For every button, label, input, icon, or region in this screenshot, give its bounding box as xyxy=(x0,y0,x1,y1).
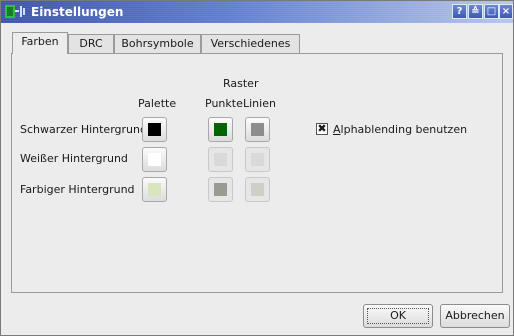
palette-color-swatch xyxy=(148,153,161,166)
points-color-black-button[interactable] xyxy=(208,117,233,142)
help-button[interactable]: ? xyxy=(452,4,467,19)
points-color-colored-button[interactable] xyxy=(208,177,233,202)
row-label-colored-background: Farbiger Hintergrund xyxy=(20,183,135,196)
app-icon xyxy=(5,5,25,18)
palette-heading: Palette xyxy=(138,97,177,110)
maximize-button[interactable]: □ xyxy=(484,4,499,19)
cancel-button-label: Abbrechen xyxy=(445,309,505,322)
lines-color-swatch xyxy=(251,183,264,196)
palette-color-swatch xyxy=(148,123,161,136)
palette-color-swatch xyxy=(148,183,161,196)
title-bar[interactable]: Einstellungen ? ≙ □ × xyxy=(1,1,513,23)
lines-color-swatch xyxy=(251,153,264,166)
settings-window: Einstellungen ? ≙ □ × Farben DRC Bohrsym… xyxy=(0,0,514,336)
row-label-white-background: Weißer Hintergrund xyxy=(20,152,128,165)
colors-panel: Raster Palette Punkte Linien Schwarzer H… xyxy=(11,53,503,293)
cancel-button[interactable]: Abbrechen xyxy=(440,304,510,328)
points-color-swatch xyxy=(214,123,227,136)
tab-bohrsymbole[interactable]: Bohrsymbole xyxy=(114,34,201,53)
focus-indicator xyxy=(367,308,429,324)
tab-verschiedenes[interactable]: Verschiedenes xyxy=(201,34,300,53)
alphablending-label[interactable]: Alphablending benutzen xyxy=(333,123,467,136)
alphablending-label-text: lphablending benutzen xyxy=(340,123,468,136)
points-color-swatch xyxy=(214,183,227,196)
palette-color-colored-button[interactable] xyxy=(142,177,167,202)
lines-color-white-button[interactable] xyxy=(245,147,270,172)
ok-button[interactable]: OK xyxy=(363,304,433,328)
palette-color-white-button[interactable] xyxy=(142,147,167,172)
row-label-black-background: Schwarzer Hintergrund xyxy=(20,123,147,136)
lines-color-black-button[interactable] xyxy=(245,117,270,142)
close-button[interactable]: × xyxy=(499,4,513,19)
lines-color-colored-button[interactable] xyxy=(245,177,270,202)
alphablending-mnemonic: A xyxy=(333,123,341,136)
palette-color-black-button[interactable] xyxy=(142,117,167,142)
points-color-swatch xyxy=(214,153,227,166)
lines-heading: Linien xyxy=(243,97,276,110)
shade-button[interactable]: ≙ xyxy=(468,4,483,19)
tab-farben[interactable]: Farben xyxy=(12,32,68,54)
points-heading: Punkte xyxy=(205,97,243,110)
alphablending-checkbox[interactable]: ✖ xyxy=(316,123,328,135)
window-title: Einstellungen xyxy=(31,5,124,19)
raster-heading: Raster xyxy=(223,77,259,90)
points-color-white-button[interactable] xyxy=(208,147,233,172)
tab-drc[interactable]: DRC xyxy=(68,34,114,53)
lines-color-swatch xyxy=(251,123,264,136)
